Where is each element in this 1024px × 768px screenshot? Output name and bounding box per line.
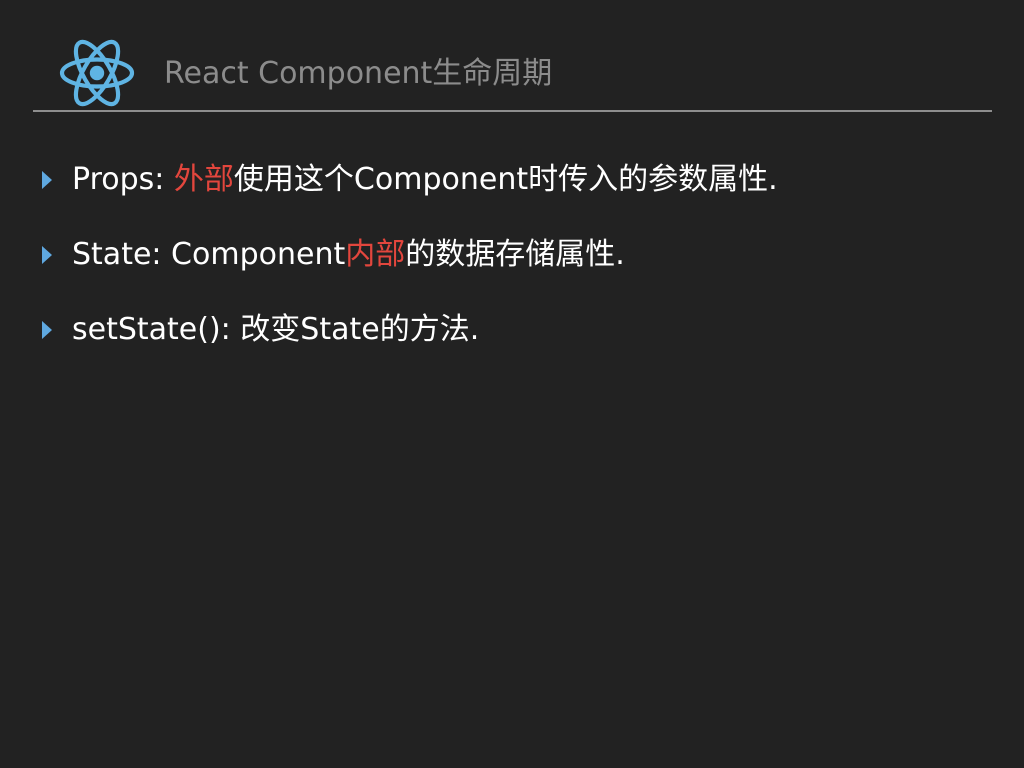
bullet-text: State: Component内部的数据存储属性. [72, 227, 625, 283]
bullet-rest: 使用这个Component时传入的参数属性. [233, 162, 778, 197]
bullet-text: Props: 外部使用这个Component时传入的参数属性. [72, 152, 778, 208]
bullet-lead: State: Component [72, 237, 346, 272]
title-divider [33, 110, 992, 112]
bullet-text: setState(): 改变State的方法. [72, 302, 479, 358]
bullet-list: Props: 外部使用这个Component时传入的参数属性. State: C… [40, 152, 1000, 377]
bullet-highlight: 内部 [345, 237, 406, 272]
slide-title: React Component生命周期 [164, 56, 553, 91]
bullet-arrow-icon [42, 246, 52, 264]
bullet-rest: 的数据存储属性. [405, 237, 625, 272]
bullet-lead: Props: [72, 162, 174, 197]
bullet-arrow-icon [42, 171, 52, 189]
bullet-lead: setState(): 改变State的方法. [72, 312, 480, 347]
bullet-highlight: 外部 [173, 162, 234, 197]
bullet-item-setstate: setState(): 改变State的方法. [40, 302, 1000, 377]
bullet-arrow-icon [42, 321, 52, 339]
bullet-item-state: State: Component内部的数据存储属性. [40, 227, 1000, 302]
slide: React Component生命周期 Props: 外部使用这个Compone… [0, 0, 1024, 768]
bullet-item-props: Props: 外部使用这个Component时传入的参数属性. [40, 152, 1000, 227]
react-atom-icon [59, 39, 135, 107]
